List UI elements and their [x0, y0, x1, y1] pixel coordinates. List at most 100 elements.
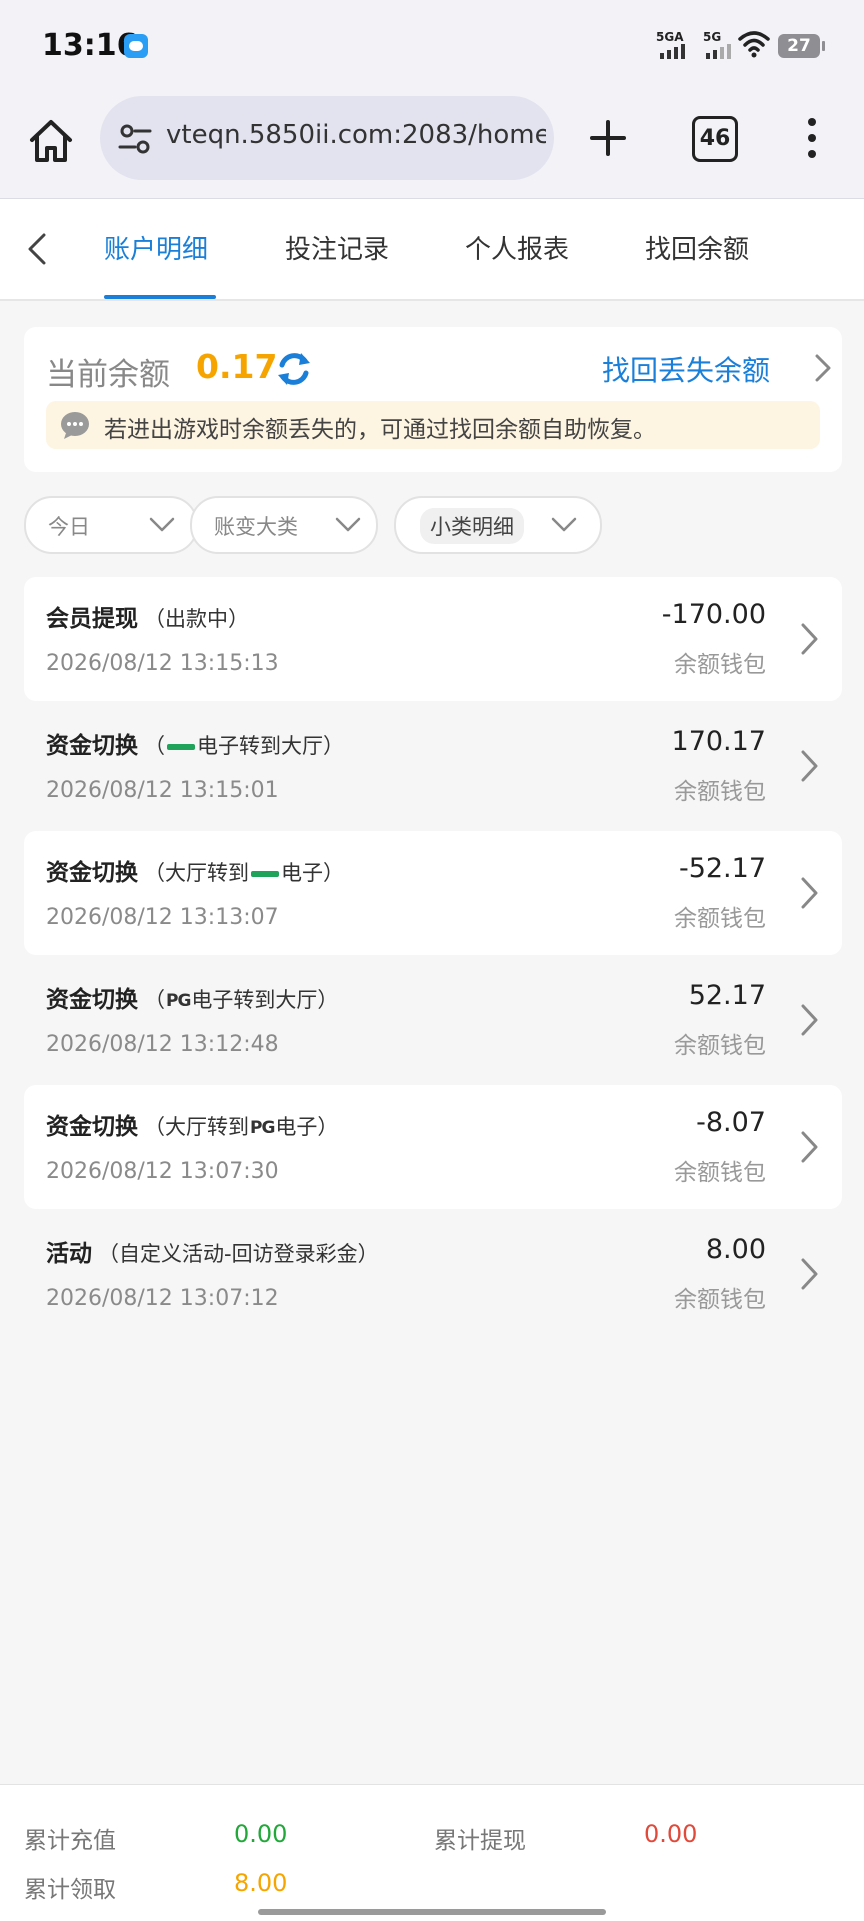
transaction-wallet: 余额钱包: [674, 906, 766, 932]
tab-account-detail[interactable]: 账户明细: [104, 229, 208, 266]
notice-text: 若进出游戏时余额丢失的，可通过找回余额自助恢复。: [104, 417, 656, 443]
withdraw-total-label: 累计提现: [434, 1828, 526, 1854]
transaction-row[interactable]: 资金切换 （PG电子转到大厅） 2026/08/12 13:12:48 52.17 余额…: [24, 958, 842, 1082]
transaction-title: 资金切换 （大厅转到PG电子）: [46, 1107, 338, 1141]
address-bar[interactable]: vteqn.5850ii.com:2083/home/r: [100, 96, 554, 180]
chevron-right-icon[interactable]: [796, 1129, 822, 1165]
choice-logo-icon: [251, 871, 279, 877]
transaction-type: 活动: [46, 1241, 92, 1267]
chevron-right-icon[interactable]: [796, 748, 822, 784]
date-filter-dropdown[interactable]: 今日: [24, 496, 198, 554]
site-settings-icon[interactable]: [118, 122, 152, 156]
chevron-right-icon[interactable]: [796, 621, 822, 657]
back-arrow-icon[interactable]: [18, 229, 58, 269]
chevron-down-icon: [551, 517, 577, 532]
balance-label: 当前余额: [46, 357, 170, 393]
tab-navigation: 账户明细 投注记录 个人报表 找回余额: [0, 199, 864, 301]
transaction-row[interactable]: 资金切换 （大厅转到 电子） 2026/08/12 13:13:07 -52.17 余额钱…: [24, 831, 842, 955]
transaction-time: 2026/08/12 13:13:07: [46, 905, 279, 930]
signal-icon: [706, 44, 731, 59]
pg-logo-icon: PG: [250, 1118, 275, 1138]
tab-recover-balance[interactable]: 找回余额: [645, 229, 749, 266]
weather-icon: [124, 34, 148, 58]
transaction-detail: （大厅转到PG电子）: [144, 1115, 338, 1139]
home-icon[interactable]: [26, 116, 76, 166]
transaction-time: 2026/08/12 13:12:48: [46, 1032, 279, 1057]
transaction-detail-suffix: 电子）: [275, 1115, 339, 1139]
transaction-detail-prefix: （大厅转到: [144, 861, 249, 885]
status-bar: 13:16 5GA 5G 27: [0, 0, 864, 92]
recharge-total-label: 累计充值: [24, 1828, 116, 1854]
date-filter-label: 今日: [48, 515, 90, 539]
withdraw-total-value: 0.00: [644, 1820, 698, 1848]
claimed-total-label: 累计领取: [24, 1877, 116, 1903]
chevron-right-icon[interactable]: [796, 1002, 822, 1038]
transaction-detail-prefix: （自定义活动-回访登录彩金）: [98, 1242, 379, 1266]
sim1-label: 5GA: [656, 30, 684, 44]
transaction-detail: （出款中）: [144, 607, 249, 631]
transaction-row[interactable]: 资金切换（ 电子转到大厅） 2026/08/12 13:15:01 170.17 余额钱…: [24, 704, 842, 828]
url-text[interactable]: vteqn.5850ii.com:2083/home/r: [166, 120, 546, 150]
signal-icon: [660, 44, 685, 59]
transaction-title: 资金切换 （PG电子转到大厅）: [46, 980, 338, 1014]
transaction-amount: 170.17: [671, 726, 766, 757]
transaction-type: 资金切换: [46, 1114, 138, 1140]
transaction-wallet: 余额钱包: [674, 652, 766, 678]
chevron-down-icon: [149, 517, 175, 532]
transaction-wallet: 余额钱包: [674, 779, 766, 805]
transaction-time: 2026/08/12 13:07:12: [46, 1286, 279, 1311]
balance-card: 当前余额 0.17 找回丢失余额 若进出游戏时余额丢失的，可通过找回余额自助恢复…: [24, 327, 842, 472]
transaction-type: 资金切换: [46, 860, 138, 886]
transaction-type: 资金切换: [46, 987, 138, 1013]
transaction-detail-prefix: （出款中）: [144, 607, 249, 631]
transaction-time: 2026/08/12 13:15:13: [46, 651, 279, 676]
balance-value: 0.17: [196, 347, 278, 386]
pg-logo-icon: PG: [166, 991, 191, 1011]
tab-personal-report[interactable]: 个人报表: [465, 229, 569, 266]
chevron-right-icon[interactable]: [796, 875, 822, 911]
transaction-detail: （PG电子转到大厅）: [144, 988, 338, 1012]
summary-footer: 累计充值 0.00 累计提现 0.00 累计领取 8.00: [0, 1784, 864, 1921]
transaction-amount: 8.00: [705, 1234, 766, 1265]
transaction-wallet: 余额钱包: [674, 1287, 766, 1313]
home-indicator: [258, 1909, 606, 1915]
transaction-row[interactable]: 资金切换 （大厅转到PG电子） 2026/08/12 13:07:30 -8.07 余额…: [24, 1085, 842, 1209]
category-filter-dropdown[interactable]: 账变大类: [190, 496, 378, 554]
tab-switcher-button[interactable]: 46: [692, 116, 738, 162]
notice-banner: 若进出游戏时余额丢失的，可通过找回余额自助恢复。: [46, 401, 820, 449]
transaction-amount: -170.00: [661, 599, 766, 630]
transaction-time: 2026/08/12 13:15:01: [46, 778, 279, 803]
choice-logo-icon: [167, 744, 195, 750]
transaction-type: 资金切换: [46, 733, 138, 759]
transaction-detail-suffix: 电子转到大厅）: [197, 734, 344, 758]
transaction-title: 资金切换 （大厅转到 电子）: [46, 853, 344, 887]
transaction-row[interactable]: 会员提现 （出款中） 2026/08/12 13:15:13 -170.00 余额钱包: [24, 577, 842, 701]
chevron-right-icon[interactable]: [796, 1256, 822, 1292]
active-tab-indicator: [104, 295, 216, 299]
claimed-total-value: 8.00: [234, 1869, 288, 1897]
transaction-detail-prefix: （大厅转到: [144, 1115, 249, 1139]
chevron-right-icon[interactable]: [810, 353, 836, 383]
transaction-detail-suffix: 电子）: [281, 861, 344, 885]
transaction-detail-suffix: 电子转到大厅）: [191, 988, 339, 1012]
more-menu-icon[interactable]: [800, 114, 824, 162]
category-filter-label: 账变大类: [214, 515, 298, 539]
transaction-wallet: 余额钱包: [674, 1160, 766, 1186]
transaction-amount: -8.07: [696, 1107, 766, 1138]
new-tab-icon[interactable]: [584, 114, 632, 162]
recover-lost-balance-link[interactable]: 找回丢失余额: [602, 349, 770, 389]
recharge-total-value: 0.00: [234, 1820, 288, 1848]
subcategory-filter-dropdown[interactable]: 小类明细: [394, 496, 602, 554]
wifi-icon: [738, 31, 770, 58]
transaction-time: 2026/08/12 13:07:30: [46, 1159, 279, 1184]
refresh-icon[interactable]: [274, 349, 314, 389]
transaction-detail: （ 电子转到大厅）: [144, 734, 344, 758]
transaction-detail-prefix: （: [144, 988, 165, 1012]
tab-bet-records[interactable]: 投注记录: [285, 229, 389, 266]
transaction-amount: -52.17: [678, 853, 766, 884]
transaction-title: 会员提现 （出款中）: [46, 599, 249, 633]
transaction-row[interactable]: 活动 （自定义活动-回访登录彩金） 2026/08/12 13:07:12 8.00 余…: [24, 1212, 842, 1336]
chevron-down-icon: [335, 517, 361, 532]
transaction-title: 资金切换（ 电子转到大厅）: [46, 726, 344, 760]
transaction-title: 活动 （自定义活动-回访登录彩金）: [46, 1234, 379, 1268]
